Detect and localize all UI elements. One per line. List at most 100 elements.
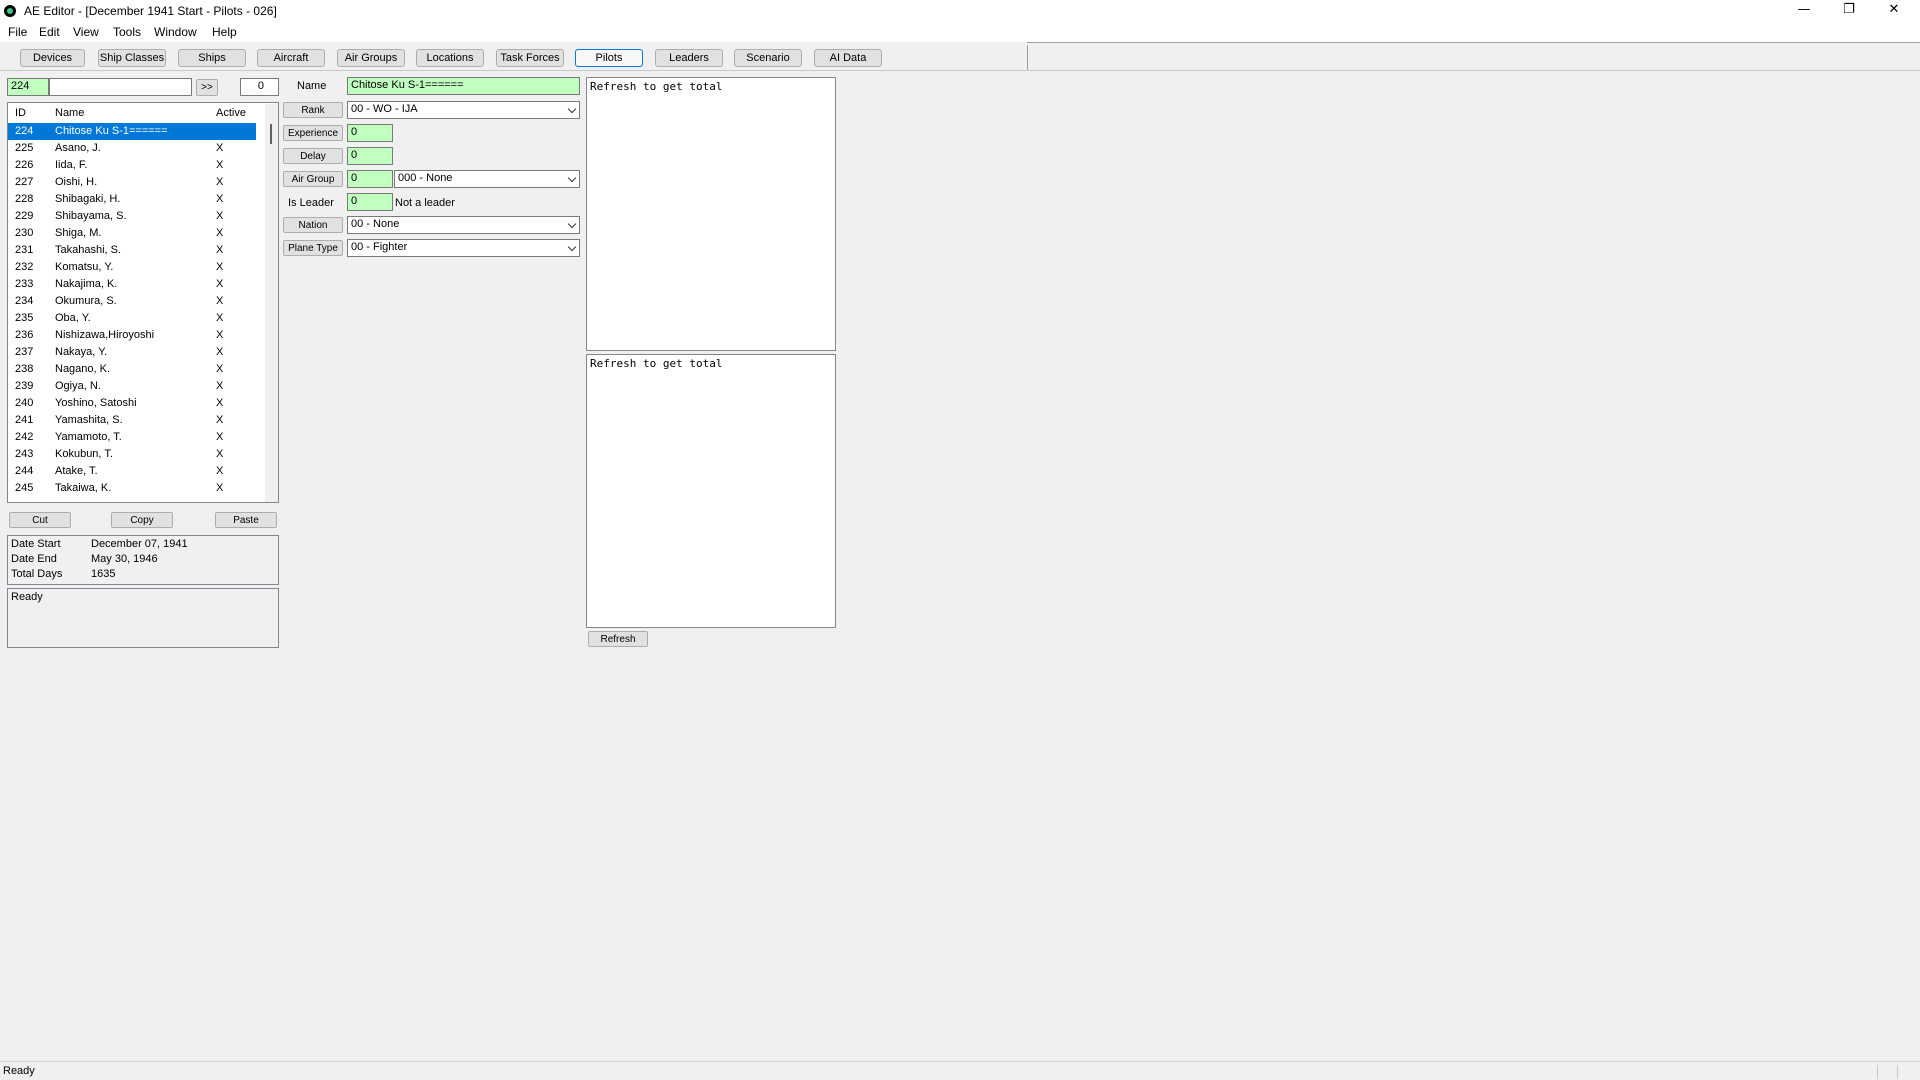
list-item[interactable]: 229 Shibayama, S. X [8,208,256,225]
list-item[interactable]: 239 Ogiya, N. X [8,378,256,395]
nation-select[interactable]: 00 - None [347,216,580,234]
menu-help[interactable]: Help [212,25,237,39]
air-group-button[interactable]: Air Group [283,171,343,187]
list-item-name: Chitose Ku S-1====== [55,125,168,137]
tab-ship-classes[interactable]: Ship Classes [98,49,166,67]
list-item[interactable]: 231 Takahashi, S. X [8,242,256,259]
list-item[interactable]: 225 Asano, J. X [8,140,256,157]
refresh-button[interactable]: Refresh [588,631,648,647]
total-days-value: 1635 [91,568,116,580]
totals-textbox-1[interactable]: Refresh to get total [586,77,836,351]
paste-button[interactable]: Paste [215,512,277,528]
list-item[interactable]: 230 Shiga, M. X [8,225,256,242]
delay-button[interactable]: Delay [283,148,343,164]
scrollbar-thumb[interactable] [270,124,272,144]
list-item[interactable]: 243 Kokubun, T. X [8,446,256,463]
chevron-down-icon [567,173,577,183]
list-item[interactable]: 241 Yamashita, S. X [8,412,256,429]
tab-aircraft[interactable]: Aircraft [257,49,325,67]
tab-scenario[interactable]: Scenario [734,49,802,67]
list-item[interactable]: 233 Nakajima, K. X [8,276,256,293]
list-item[interactable]: 227 Oishi, H. X [8,174,256,191]
list-item-id: 245 [15,482,34,494]
air-group-select[interactable]: 000 - None [394,170,580,188]
search-go-button[interactable]: >> [196,79,218,96]
list-item[interactable]: 228 Shibagaki, H. X [8,191,256,208]
menu-edit[interactable]: Edit [39,25,60,39]
list-item-id: 230 [15,227,34,239]
name-label: Name [297,80,327,92]
list-item-name: Yamamoto, T. [55,431,122,443]
search-id-input[interactable]: 224 [7,78,49,96]
list-item[interactable]: 238 Nagano, K. X [8,361,256,378]
list-item-id: 243 [15,448,34,460]
title-bar: AE Editor - [December 1941 Start - Pilot… [0,0,1920,22]
menu-window[interactable]: Window [154,25,197,39]
list-item[interactable]: 224 Chitose Ku S-1====== [8,123,256,140]
list-item-active: X [216,210,224,222]
list-item[interactable]: 240 Yoshino, Satoshi X [8,395,256,412]
list-item-active: X [216,261,224,273]
name-input[interactable]: Chitose Ku S-1====== [347,77,580,95]
list-item[interactable]: 236 Nishizawa,Hiroyoshi X [8,327,256,344]
list-item-name: Okumura, S. [55,295,117,307]
list-item-active: X [216,346,224,358]
is-leader-input[interactable]: 0 [347,193,393,211]
tab-ships[interactable]: Ships [178,49,246,67]
list-item[interactable]: 242 Yamamoto, T. X [8,429,256,446]
plane-type-button[interactable]: Plane Type [283,240,343,256]
tab-task-forces[interactable]: Task Forces [496,49,564,67]
app-icon [4,5,16,17]
column-header-id[interactable]: ID [15,107,26,119]
plane-type-select[interactable]: 00 - Fighter [347,239,580,257]
pilot-list[interactable]: ID Name Active 224 Chitose Ku S-1====== 22… [7,102,279,503]
column-header-name[interactable]: Name [55,107,84,119]
list-item[interactable]: 245 Takaiwa, K. X [8,480,256,497]
rank-button[interactable]: Rank [283,102,343,118]
tab-ai-data[interactable]: AI Data [814,49,882,67]
air-group-select-value: 000 - None [398,172,453,184]
list-item[interactable]: 234 Okumura, S. X [8,293,256,310]
scenario-dates: Date Start December 07, 1941 Date End Ma… [7,535,279,585]
menu-view[interactable]: View [73,25,99,39]
copy-button[interactable]: Copy [111,512,173,528]
list-item[interactable]: 226 Iida, F. X [8,157,256,174]
list-item-id: 233 [15,278,34,290]
list-item-id: 235 [15,312,34,324]
nation-button[interactable]: Nation [283,217,343,233]
tab-devices[interactable]: Devices [20,49,85,67]
column-header-active[interactable]: Active [216,107,246,119]
air-group-input[interactable]: 0 [347,170,393,188]
maximize-icon[interactable]: ❐ [1826,0,1872,22]
menu-file[interactable]: File [8,25,27,39]
delay-input[interactable]: 0 [347,147,393,165]
list-item[interactable]: 232 Komatsu, Y. X [8,259,256,276]
list-item-active: X [216,176,224,188]
list-item[interactable]: 237 Nakaya, Y. X [8,344,256,361]
status-bar-text: Ready [3,1065,35,1077]
date-start-value: December 07, 1941 [91,538,188,550]
totals-textbox-2[interactable]: Refresh to get total [586,354,836,628]
experience-input[interactable]: 0 [347,124,393,142]
list-item-id: 225 [15,142,34,154]
toolbar-divider-line [1027,42,1920,43]
experience-button[interactable]: Experience [283,125,343,141]
menu-tools[interactable]: Tools [113,25,141,39]
list-item-name: Yoshino, Satoshi [55,397,137,409]
search-text-input[interactable] [49,78,192,96]
list-scrollbar[interactable] [265,104,278,502]
list-item[interactable]: 244 Atake, T. X [8,463,256,480]
list-item-active: X [216,244,224,256]
rank-select[interactable]: 00 - WO - IJA [347,101,580,119]
tab-leaders[interactable]: Leaders [655,49,723,67]
list-item-id: 236 [15,329,34,341]
tab-locations[interactable]: Locations [416,49,484,67]
tab-pilots[interactable]: Pilots [575,49,643,67]
minimize-icon[interactable]: — [1781,0,1827,22]
list-item-id: 238 [15,363,34,375]
close-icon[interactable]: ✕ [1871,0,1917,22]
list-item[interactable]: 235 Oba, Y. X [8,310,256,327]
tab-air-groups[interactable]: Air Groups [337,49,405,67]
cut-button[interactable]: Cut [9,512,71,528]
list-item-active: X [216,159,224,171]
